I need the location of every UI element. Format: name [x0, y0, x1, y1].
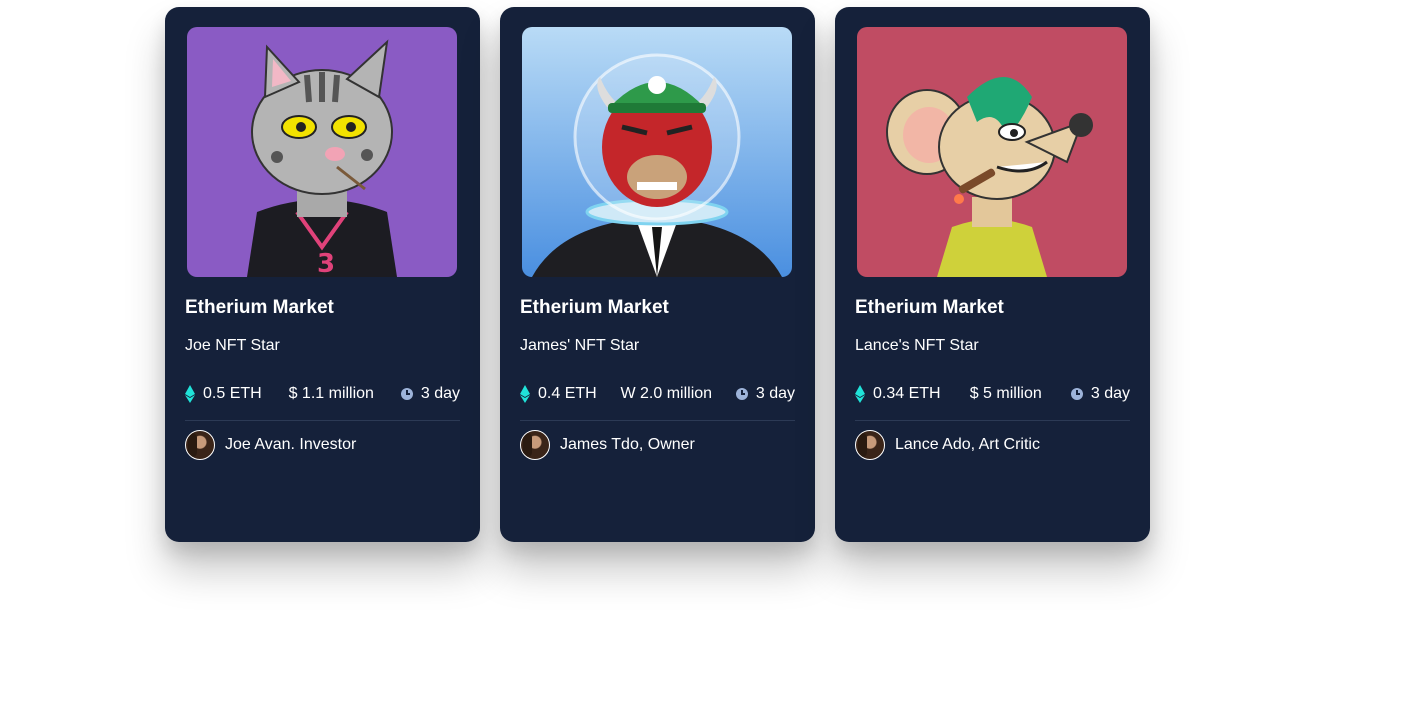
avatar[interactable] — [855, 430, 885, 460]
nft-image-bull[interactable] — [522, 27, 792, 277]
card-meta: 0.5 ETH $ 1.1 million 3 day — [185, 385, 460, 403]
card-owner[interactable]: James Tdo, Owner — [520, 430, 695, 460]
fiat-price: W 2.0 million — [620, 385, 713, 402]
ethereum-icon — [520, 385, 530, 403]
card-title: Etherium Market — [520, 297, 669, 318]
nft-image-cat[interactable]: 3 — [187, 27, 457, 277]
nft-card[interactable]: Etherium Market James' NFT Star 0.4 ETH … — [500, 7, 815, 542]
time-remaining: 3 day — [1090, 385, 1130, 402]
owner-name[interactable]: Lance Ado, Art Critic — [895, 436, 1040, 454]
nft-card[interactable]: 3 Etherium Market Joe NFT Star 0.5 ETH $… — [165, 7, 480, 542]
card-title: Etherium Market — [855, 297, 1004, 318]
card-divider — [185, 420, 460, 421]
clock-icon — [400, 388, 413, 400]
card-subtitle: Lance's NFT Star — [855, 337, 979, 354]
time-remaining: 3 day — [755, 385, 795, 402]
card-owner[interactable]: Joe Avan. Investor — [185, 430, 356, 460]
card-meta: 0.34 ETH $ 5 million 3 day — [855, 385, 1130, 403]
ethereum-icon — [855, 385, 865, 403]
avatar[interactable] — [185, 430, 215, 460]
nft-image-rat[interactable] — [857, 27, 1127, 277]
eth-price: 0.34 ETH — [873, 385, 941, 402]
card-divider — [855, 420, 1130, 421]
card-meta: 0.4 ETH W 2.0 million 3 day — [520, 385, 795, 403]
svg-text:3: 3 — [317, 249, 335, 277]
card-divider — [520, 420, 795, 421]
nft-card-list: 3 Etherium Market Joe NFT Star 0.5 ETH $… — [165, 7, 1150, 542]
eth-price: 0.4 ETH — [538, 385, 597, 402]
fiat-price: $ 1.1 million — [288, 385, 374, 402]
ethereum-icon — [185, 385, 195, 403]
clock-icon — [735, 388, 748, 400]
eth-price: 0.5 ETH — [203, 385, 262, 402]
card-subtitle: James' NFT Star — [520, 337, 640, 354]
card-subtitle: Joe NFT Star — [185, 337, 280, 354]
card-owner[interactable]: Lance Ado, Art Critic — [855, 430, 1040, 460]
nft-card[interactable]: Etherium Market Lance's NFT Star 0.34 ET… — [835, 7, 1150, 542]
card-title: Etherium Market — [185, 297, 334, 318]
clock-icon — [1070, 388, 1083, 400]
owner-name[interactable]: James Tdo, Owner — [560, 436, 695, 454]
time-remaining: 3 day — [420, 385, 460, 402]
owner-name[interactable]: Joe Avan. Investor — [225, 436, 356, 454]
avatar[interactable] — [520, 430, 550, 460]
fiat-price: $ 5 million — [969, 385, 1042, 402]
